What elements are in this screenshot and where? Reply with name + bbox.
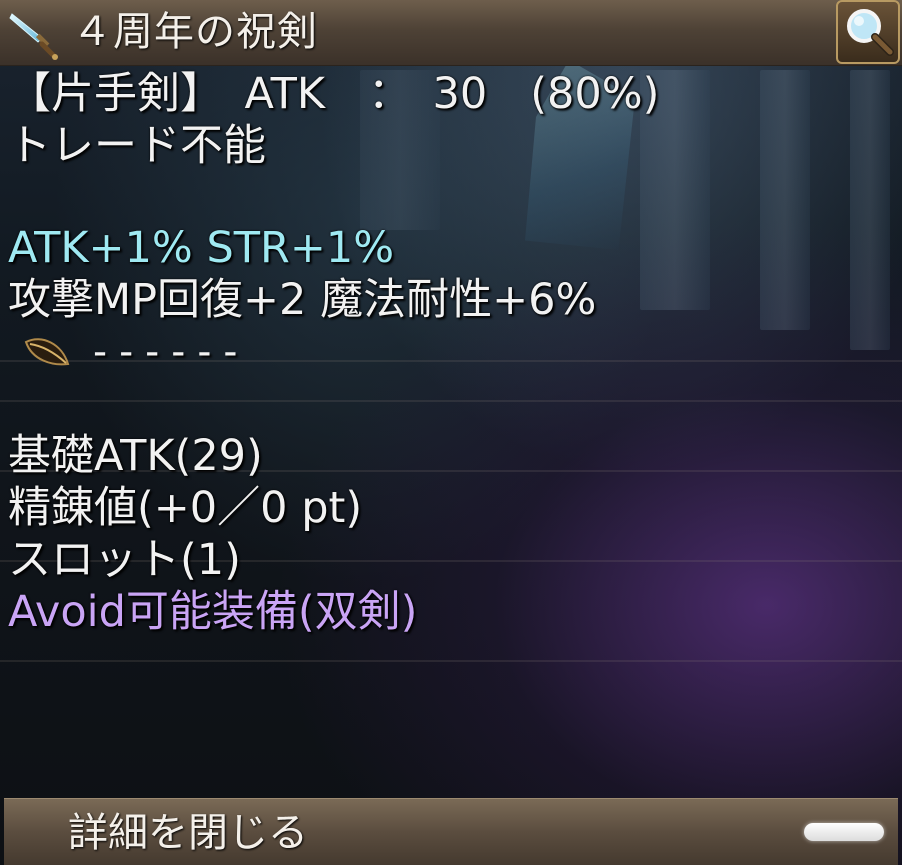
slot-count: スロット(1) xyxy=(8,535,241,585)
close-details-label: 詳細を閉じる xyxy=(68,810,308,856)
slot-empty-indicator: ------ xyxy=(88,329,245,375)
close-details-button[interactable]: 詳細を閉じる xyxy=(4,798,898,865)
background-pillar xyxy=(850,70,890,350)
item-title-bar: ４周年の祝剣 xyxy=(0,0,902,66)
bonus-effects-line: 攻撃MP回復+2 魔法耐性+6% xyxy=(8,275,597,325)
background-stripe xyxy=(0,660,902,662)
trade-status: トレード不能 xyxy=(8,121,266,171)
avoid-equipment: Avoid可能装備(双剣) xyxy=(8,587,418,637)
item-name: ４周年の祝剣 xyxy=(72,9,318,55)
base-atk: 基礎ATK(29) xyxy=(8,431,263,481)
close-toggle-icon xyxy=(804,823,884,841)
bonus-stats-line: ATK+1% STR+1% xyxy=(8,223,395,273)
leaf-gem-icon xyxy=(22,334,74,370)
sword-icon xyxy=(6,8,60,62)
search-button[interactable] xyxy=(836,0,900,64)
background-stripe xyxy=(0,400,902,402)
refine-value: 精錬値(+0／0 pt) xyxy=(8,483,363,533)
weapon-type-atk-line: 【片手剣】 ATK ： 30 (80%) xyxy=(8,69,660,119)
background-pillar xyxy=(760,70,810,330)
